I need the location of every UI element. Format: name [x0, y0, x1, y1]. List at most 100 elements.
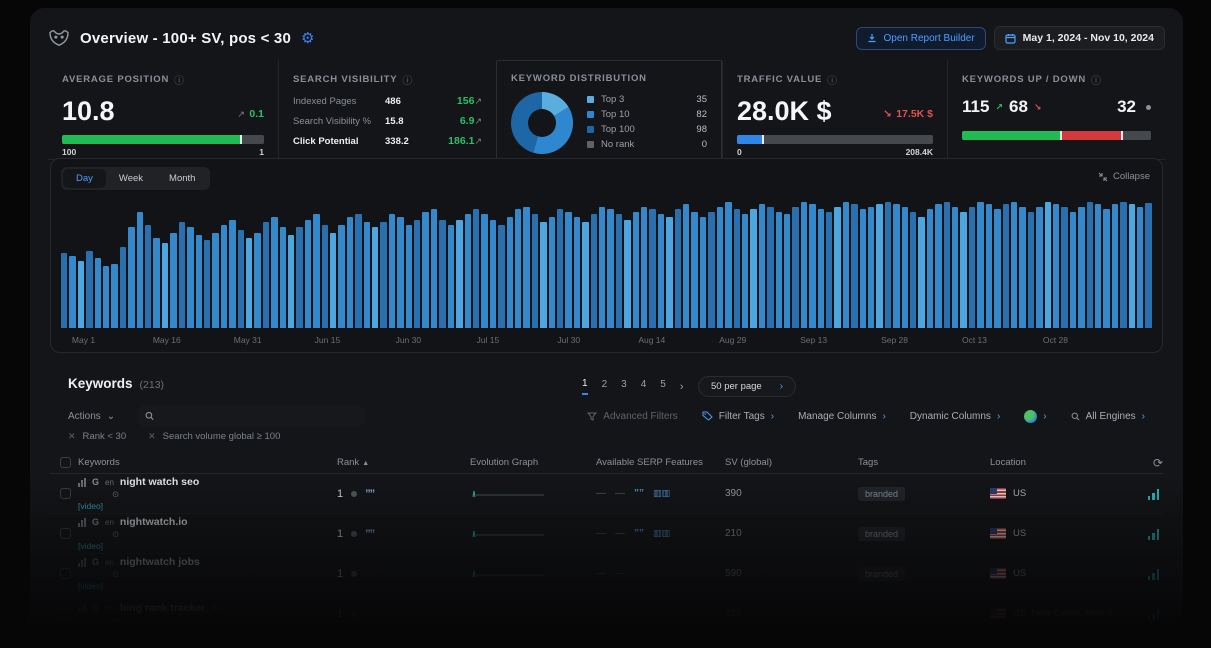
avg-position-change: 0.1: [249, 108, 264, 120]
serp-preview-icon[interactable]: [1148, 608, 1160, 620]
advanced-filters-button[interactable]: Advanced Filters: [587, 411, 677, 422]
search-engine-icon: [1071, 412, 1080, 421]
google-icon: G: [92, 477, 99, 487]
location-cell: US: [990, 568, 1138, 579]
refresh-icon[interactable]: ⟳: [1138, 456, 1163, 470]
search-input[interactable]: [161, 411, 357, 422]
dynamic-columns-button[interactable]: Dynamic Columns ›: [910, 411, 1000, 422]
google-icon: G: [92, 603, 99, 613]
ranking-url-link[interactable]: [video]: [78, 501, 337, 511]
next-page-button[interactable]: ›: [680, 381, 684, 393]
up-arrow-icon: ↗: [237, 109, 245, 119]
keyword-name[interactable]: bing rank tracker: [120, 602, 205, 614]
eye-icon: [351, 531, 357, 537]
rank-value: 1: [337, 528, 343, 540]
sv-value: 590: [725, 568, 858, 579]
actions-dropdown[interactable]: Actions ⌄: [68, 411, 115, 422]
all-engines-selector[interactable]: All Engines ›: [1071, 411, 1145, 422]
search-visibility-label: SEARCH VISIBILITY: [293, 74, 397, 85]
tab-week[interactable]: Week: [106, 169, 156, 188]
row-checkbox[interactable]: [60, 608, 71, 619]
row-checkbox[interactable]: [60, 568, 71, 579]
chevron-right-icon: ›: [771, 411, 774, 422]
tag-icon: [702, 411, 713, 421]
info-icon[interactable]: ⓘ: [827, 72, 838, 87]
keywords-updown-bar: [962, 131, 1151, 140]
traffic-value-bar-fill: [737, 135, 762, 144]
page-2[interactable]: 2: [602, 379, 608, 394]
serp-preview-icon[interactable]: [1148, 568, 1160, 580]
date-range-picker[interactable]: May 1, 2024 - Nov 10, 2024: [994, 26, 1165, 50]
tab-month[interactable]: Month: [156, 169, 208, 188]
keyword-search[interactable]: [137, 406, 365, 426]
col-tags[interactable]: Tags: [858, 457, 990, 468]
info-icon[interactable]: ⓘ: [402, 72, 413, 87]
page-5[interactable]: 5: [660, 379, 666, 394]
tag-badge[interactable]: branded: [858, 527, 905, 541]
position-history-icon: [78, 478, 86, 487]
col-location[interactable]: Location: [990, 457, 1138, 468]
settings-gear-icon[interactable]: ⚙: [301, 29, 314, 47]
legend-item: Top 3 35: [587, 94, 707, 105]
row-checkbox[interactable]: [60, 528, 71, 539]
down-arrow-icon: ↘: [1034, 102, 1042, 113]
info-icon[interactable]: ⓘ: [174, 72, 185, 87]
keyword-distribution-panel: KEYWORD DISTRIBUTION Top 3 35 Top 10 82 …: [496, 60, 722, 159]
close-icon[interactable]: ✕: [68, 431, 76, 442]
filter-chip-rank[interactable]: ✕ Rank < 30: [68, 431, 126, 442]
sitelinks-feature-icon: ▥▥: [653, 528, 670, 539]
evolution-sparkline: [470, 567, 548, 581]
tag-badge[interactable]: branded: [858, 487, 905, 501]
traffic-value-change: 17.5K $: [896, 108, 933, 120]
up-arrow-icon: ↗: [474, 96, 482, 107]
us-flag-icon: [990, 568, 1006, 579]
traffic-value-panel: TRAFFIC VALUE ⓘ 28.0K $ ↘ 17.5K $ 0 208.…: [722, 60, 947, 159]
page-3[interactable]: 3: [621, 379, 627, 394]
open-report-builder-button[interactable]: Open Report Builder: [856, 27, 985, 50]
language-label: en: [105, 518, 114, 527]
table-row[interactable]: G en nightwatch.io ⊙ [video] 1 ”” —— ””▥…: [50, 514, 1163, 554]
serp-preview-icon[interactable]: [1148, 528, 1160, 540]
position-history-icon: [78, 518, 86, 527]
table-row[interactable]: G en bing rank tracker ◍ ⊙ 1 480 US, New…: [50, 594, 1163, 634]
serp-preview-icon[interactable]: [1148, 488, 1160, 500]
keywords-up-bar-fill: [962, 131, 1060, 140]
keyword-name[interactable]: nightwatch.io: [120, 516, 188, 528]
keyword-name[interactable]: nightwatch jobs: [120, 556, 200, 568]
col-serp[interactable]: Available SERP Features: [596, 457, 725, 468]
date-range-label: May 1, 2024 - Nov 10, 2024: [1023, 32, 1154, 44]
table-row[interactable]: G en nightwatch jobs ⊙ [video] 1 —— 590 …: [50, 554, 1163, 594]
col-rank[interactable]: Rank▲: [337, 457, 470, 468]
col-evolution[interactable]: Evolution Graph: [470, 457, 596, 468]
ranking-url-link[interactable]: [video]: [78, 581, 337, 591]
col-sv[interactable]: SV (global): [725, 457, 858, 468]
location-globe-selector[interactable]: ›: [1024, 410, 1046, 423]
evolution-sparkline: [470, 527, 548, 541]
metric-value: 338.2: [385, 136, 435, 147]
filter-tags-button[interactable]: Filter Tags ›: [702, 411, 774, 422]
tag-badge[interactable]: branded: [858, 567, 905, 581]
page-4[interactable]: 4: [641, 379, 647, 394]
select-all-checkbox[interactable]: [60, 457, 71, 468]
keyword-name[interactable]: night watch seo: [120, 476, 199, 488]
ranking-url-link[interactable]: [video]: [78, 541, 337, 551]
rank-value: 1: [337, 568, 343, 580]
per-page-selector[interactable]: 50 per page ›: [698, 376, 796, 397]
position-history-icon: [78, 603, 86, 612]
keywords-section-title: Keywords: [68, 376, 133, 391]
chevron-right-icon: ›: [1142, 411, 1145, 422]
chevron-right-icon: ›: [780, 381, 783, 392]
row-checkbox[interactable]: [60, 488, 71, 499]
col-keywords[interactable]: Keywords: [78, 457, 337, 468]
location-cell: US: [990, 488, 1138, 499]
collapse-chart-button[interactable]: Collapse: [1098, 171, 1150, 182]
clock-icon: ⊙: [112, 615, 337, 626]
tab-day[interactable]: Day: [63, 169, 106, 188]
close-icon[interactable]: ✕: [148, 431, 156, 442]
filter-chip-search-volume[interactable]: ✕ Search volume global ≥ 100: [148, 431, 280, 442]
page-1[interactable]: 1: [582, 378, 588, 395]
keywords-count: (213): [140, 379, 165, 391]
info-icon[interactable]: ⓘ: [1091, 72, 1102, 87]
table-row[interactable]: G en night watch seo ⊙ [video] 1 ”” —— ”…: [50, 474, 1163, 514]
manage-columns-button[interactable]: Manage Columns ›: [798, 411, 886, 422]
